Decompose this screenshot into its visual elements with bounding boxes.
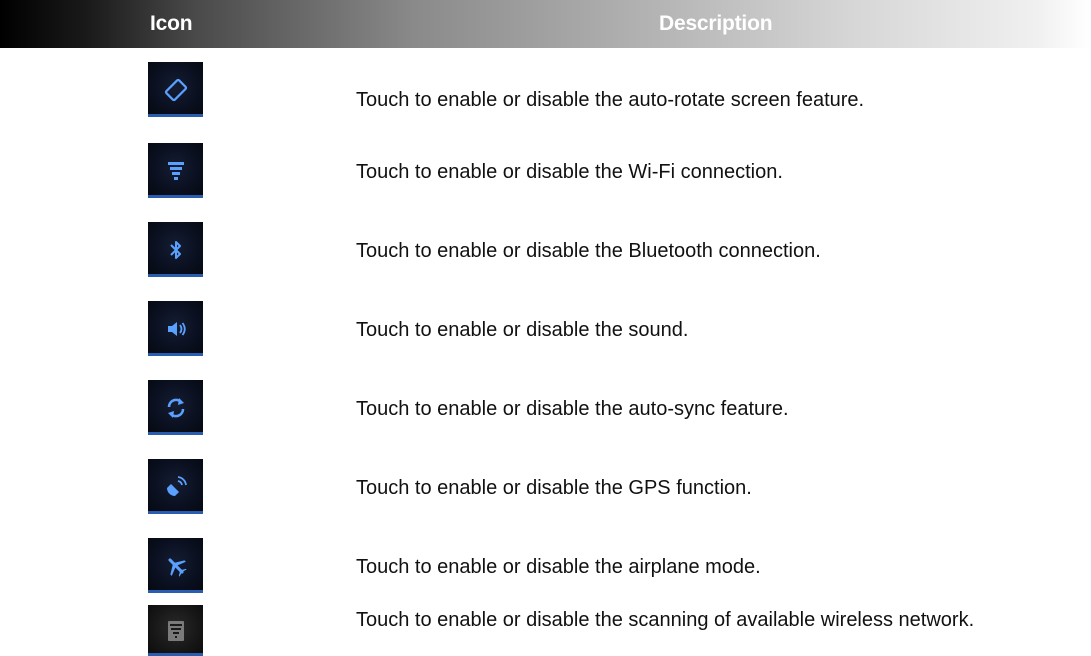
row-description: Touch to enable or disable the auto-rota…	[356, 89, 865, 111]
table-row: Touch to enable or disable the auto-sync…	[0, 374, 1091, 450]
row-description: Touch to enable or disable the GPS funct…	[356, 477, 752, 499]
table-row: Touch to enable or disable the scanning …	[0, 601, 1091, 656]
row-description: Touch to enable or disable the sound.	[356, 319, 689, 341]
bluetooth-icon	[148, 222, 203, 277]
table-row: Touch to enable or disable the Wi-Fi con…	[0, 137, 1091, 213]
table-header: Icon Description	[0, 0, 1091, 48]
row-description: Touch to enable or disable the Wi-Fi con…	[356, 161, 783, 183]
column-header-description: Description	[659, 12, 773, 35]
table-row: Touch to enable or disable the Bluetooth…	[0, 216, 1091, 292]
icon-description-table: Icon Description Touch to enable or disa…	[0, 0, 1091, 656]
row-description: Touch to enable or disable the Bluetooth…	[356, 240, 821, 262]
auto-rotate-icon	[148, 62, 203, 117]
table-row: Touch to enable or disable the sound.	[0, 295, 1091, 371]
column-header-icon: Icon	[150, 12, 193, 35]
wifi-scan-icon	[148, 605, 203, 656]
table-row: Touch to enable or disable the auto-rota…	[0, 58, 1091, 134]
gps-icon	[148, 459, 203, 514]
sound-icon	[148, 301, 203, 356]
wifi-icon	[148, 143, 203, 198]
auto-sync-icon	[148, 380, 203, 435]
row-description: Touch to enable or disable the airplane …	[356, 556, 761, 578]
row-description: Touch to enable or disable the scanning …	[356, 609, 975, 631]
row-description: Touch to enable or disable the auto-sync…	[356, 398, 789, 420]
table-row: Touch to enable or disable the airplane …	[0, 532, 1091, 608]
table-row: Touch to enable or disable the GPS funct…	[0, 453, 1091, 529]
airplane-mode-icon	[148, 538, 203, 593]
